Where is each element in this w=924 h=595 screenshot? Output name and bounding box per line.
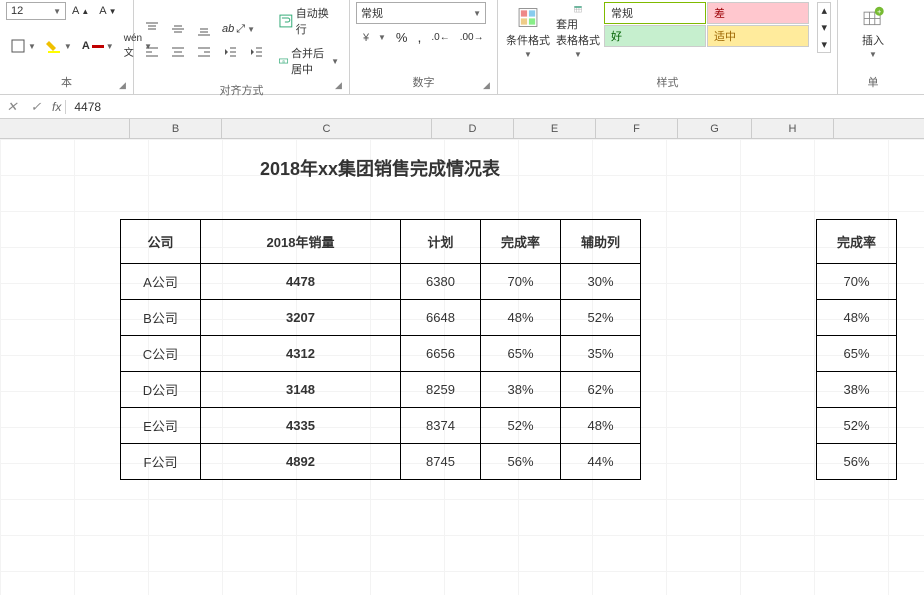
group-label-styles: 样式 xyxy=(504,72,831,92)
styles-more[interactable]: ▾ xyxy=(818,37,830,52)
col-header[interactable]: G xyxy=(678,119,752,138)
border-button[interactable]: ▼ xyxy=(6,35,40,57)
th-sales[interactable]: 2018年销量 xyxy=(201,220,401,264)
style-bad[interactable]: 差 xyxy=(707,2,809,24)
ribbon: 12▼ A▲ A▼ ▼ ▼ A▼ wén文▼ 本 ◢ xyxy=(0,0,924,95)
th-rate[interactable]: 完成率 xyxy=(481,220,561,264)
group-number: 常规▼ ¥▼ % , .0← .00→ 数字 ◢ xyxy=(350,0,498,94)
group-label-number: 数字 xyxy=(356,72,491,92)
group-label-cells: 单 xyxy=(844,72,902,92)
fx-icon[interactable]: fx xyxy=(48,100,66,114)
col-header[interactable]: B xyxy=(130,119,222,138)
comma-format-button[interactable]: , xyxy=(413,26,425,48)
th-plan[interactable]: 计划 xyxy=(401,220,481,264)
align-bottom-button[interactable] xyxy=(192,18,216,40)
sheet-area[interactable]: 2018年xx集团销售完成情况表 公司 2018年销量 计划 完成率 辅助列 A… xyxy=(0,139,924,595)
th-company[interactable]: 公司 xyxy=(121,220,201,264)
col-header[interactable]: E xyxy=(514,119,596,138)
style-good[interactable]: 好 xyxy=(604,25,706,47)
spreadsheet-grid[interactable]: B C D E F G H 2018年xx集团销售完成情况表 公司 2018年销… xyxy=(0,119,924,595)
cancel-icon[interactable]: ✕ xyxy=(0,99,24,115)
col-header[interactable]: F xyxy=(596,119,678,138)
number-dialog-launcher[interactable]: ◢ xyxy=(483,80,495,92)
table-row[interactable]: 48% xyxy=(817,300,897,336)
svg-text:+: + xyxy=(877,8,881,16)
group-font: 12▼ A▲ A▼ ▼ ▼ A▼ wén文▼ 本 ◢ xyxy=(0,0,134,94)
svg-text:¥: ¥ xyxy=(362,32,370,44)
column-headers[interactable]: B C D E F G H xyxy=(0,119,924,139)
decrease-decimal-button[interactable]: .00→ xyxy=(456,29,488,46)
align-top-button[interactable] xyxy=(140,18,164,40)
sheet-title[interactable]: 2018年xx集团销售完成情况表 xyxy=(120,155,640,181)
wrap-text-button[interactable]: 自动换行 xyxy=(274,2,343,40)
increase-font-button[interactable]: A▲ xyxy=(68,2,93,20)
align-center-button[interactable] xyxy=(166,42,190,64)
align-left-button[interactable] xyxy=(140,42,164,64)
group-cells: + 插入▼ 单 xyxy=(838,0,908,94)
col-header[interactable]: D xyxy=(432,119,514,138)
fill-color-button[interactable]: ▼ xyxy=(42,35,76,57)
style-normal[interactable]: 常规 xyxy=(604,2,706,24)
orientation-button[interactable]: ab⤢▼ xyxy=(218,20,268,39)
format-as-table-button[interactable]: 套用 表格格式▼ xyxy=(552,2,604,62)
table-row[interactable]: D公司3148825938%62% xyxy=(121,372,641,408)
formula-bar: ✕ ✓ fx 4478 xyxy=(0,95,924,119)
table-row[interactable]: F公司4892874556%44% xyxy=(121,444,641,480)
number-format-select[interactable]: 常规▼ xyxy=(356,2,486,24)
th-aux[interactable]: 辅助列 xyxy=(561,220,641,264)
font-dialog-launcher[interactable]: ◢ xyxy=(119,80,131,92)
table-row[interactable]: 56% xyxy=(817,444,897,480)
insert-cells-button[interactable]: + 插入▼ xyxy=(844,2,902,62)
font-size-select[interactable]: 12▼ xyxy=(6,2,66,20)
table-row[interactable]: 52% xyxy=(817,408,897,444)
table-row[interactable]: A公司4478638070%30% xyxy=(121,264,641,300)
decrease-font-button[interactable]: A▼ xyxy=(95,2,120,20)
main-data-table[interactable]: 公司 2018年销量 计划 完成率 辅助列 A公司4478638070%30%B… xyxy=(120,219,641,480)
increase-decimal-button[interactable]: .0← xyxy=(427,29,453,46)
group-label-align: 对齐方式 xyxy=(140,80,343,100)
align-right-button[interactable] xyxy=(192,42,216,64)
col-header[interactable]: H xyxy=(752,119,834,138)
group-alignment: ab⤢▼ 自动换行 a合并后居中▼ 对齐方式 ◢ xyxy=(134,0,350,94)
table-row[interactable]: 65% xyxy=(817,336,897,372)
formula-input[interactable]: 4478 xyxy=(66,100,924,114)
styles-scroll-down[interactable]: ▾ xyxy=(818,20,830,35)
enter-icon[interactable]: ✓ xyxy=(24,99,48,115)
font-color-button[interactable]: A▼ xyxy=(78,37,118,55)
increase-indent-button[interactable] xyxy=(244,41,268,63)
group-styles: 条件格式▼ 套用 表格格式▼ 常规 差 好 适中 ▴ ▾ ▾ 样式 xyxy=(498,0,838,94)
accounting-format-button[interactable]: ¥▼ xyxy=(356,26,390,48)
group-label-font: 本 xyxy=(6,72,127,92)
decrease-indent-button[interactable] xyxy=(218,41,242,63)
conditional-formatting-button[interactable]: 条件格式▼ xyxy=(502,2,554,62)
style-neutral[interactable]: 适中 xyxy=(707,25,809,47)
table-header-row: 公司 2018年销量 计划 完成率 辅助列 xyxy=(121,220,641,264)
percent-format-button[interactable]: % xyxy=(392,27,412,48)
align-middle-button[interactable] xyxy=(166,18,190,40)
merge-center-button[interactable]: a合并后居中▼ xyxy=(274,42,343,80)
side-header[interactable]: 完成率 xyxy=(817,220,897,264)
table-row[interactable]: 38% xyxy=(817,372,897,408)
table-row[interactable]: B公司3207664848%52% xyxy=(121,300,641,336)
align-dialog-launcher[interactable]: ◢ xyxy=(335,80,347,92)
side-table[interactable]: 完成率 70%48%65%38%52%56% xyxy=(816,219,897,480)
table-row[interactable]: C公司4312665665%35% xyxy=(121,336,641,372)
col-header[interactable]: C xyxy=(222,119,432,138)
table-row[interactable]: E公司4335837452%48% xyxy=(121,408,641,444)
cell-styles-gallery[interactable]: 常规 差 好 适中 xyxy=(604,2,813,47)
table-row[interactable]: 70% xyxy=(817,264,897,300)
styles-scroll-up[interactable]: ▴ xyxy=(818,3,830,18)
